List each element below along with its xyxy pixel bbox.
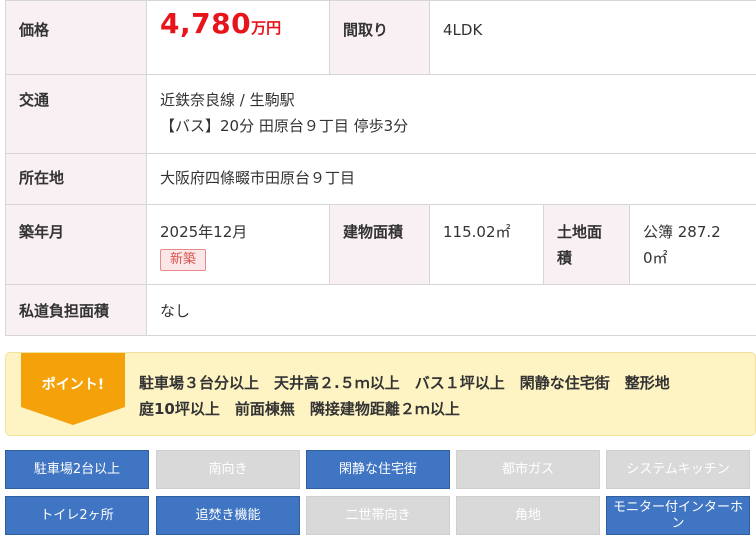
private-road-value: なし <box>145 284 756 336</box>
feature-tag-city-gas: 都市ガス <box>456 450 600 489</box>
layout-label: 間取り <box>329 0 430 75</box>
access-line-bus: 【バス】20分 田原台９丁目 停歩3分 <box>160 117 409 135</box>
private-road-label: 私道負担面積 <box>5 284 147 336</box>
address-value: 大阪府四條畷市田原台９丁目 <box>145 153 756 205</box>
spec-row-private-road: 私道負担面積 なし <box>5 284 756 336</box>
address-label: 所在地 <box>5 153 147 205</box>
point-text: 駐車場３台分以上 天井高２.５ｍ以上 バス１坪以上 閑静な住宅街 整形地 庭10… <box>139 374 670 418</box>
feature-tag-quiet-residential: 閑静な住宅街 <box>306 450 450 489</box>
feature-tag-monitor-intercom: モニター付インターホン <box>606 496 750 535</box>
spec-row-access: 交通 近鉄奈良線 / 生駒駅 【バス】20分 田原台９丁目 停歩3分 <box>5 74 756 154</box>
feature-tag-two-generation: 二世帯向き <box>306 496 450 535</box>
feature-tag-corner-lot: 角地 <box>456 496 600 535</box>
layout-value: 4LDK <box>428 0 756 75</box>
point-tag: ポイント! <box>21 353 125 425</box>
building-area-value: 115.02㎡ <box>429 204 544 285</box>
built-label: 築年月 <box>5 204 147 285</box>
land-area-label: 土地面 積 <box>543 204 630 285</box>
spec-row-price: 価格 4,780万円 間取り 4LDK <box>5 0 756 75</box>
feature-tag-system-kitchen: システムキッチン <box>606 450 750 489</box>
point-tag-label: ポイント! <box>41 377 105 393</box>
property-spec-table: 価格 4,780万円 間取り 4LDK 交通 近鉄奈良線 / 生駒駅 【バス】2… <box>5 0 756 336</box>
building-area-label: 建物面積 <box>329 204 430 285</box>
feature-tag-reheat-bath: 追焚き機能 <box>156 496 300 535</box>
price-value-cell: 4,780万円 <box>146 0 330 75</box>
point-box: ポイント! 駐車場３台分以上 天井高２.５ｍ以上 バス１坪以上 閑静な住宅街 整… <box>5 352 756 436</box>
price-value: 4,780万円 <box>160 7 282 40</box>
feature-tag-parking: 駐車場2台以上 <box>5 450 149 489</box>
land-area-value: 公簿 287.2 0㎡ <box>628 204 756 285</box>
built-value-cell: 2025年12月 新築 <box>146 204 330 285</box>
spec-row-built: 築年月 2025年12月 新築 建物面積 115.02㎡ 土地面 積 公簿 28… <box>5 204 756 285</box>
new-construction-badge: 新築 <box>160 249 207 271</box>
access-label: 交通 <box>5 74 147 154</box>
price-label: 価格 <box>5 0 147 75</box>
feature-tag-two-toilets: トイレ2ヶ所 <box>5 496 149 535</box>
access-value: 近鉄奈良線 / 生駒駅 【バス】20分 田原台９丁目 停歩3分 <box>145 74 756 154</box>
spec-row-address: 所在地 大阪府四條畷市田原台９丁目 <box>5 153 756 205</box>
feature-tag-south-facing: 南向き <box>156 450 300 489</box>
built-value: 2025年12月 <box>160 223 248 241</box>
access-line-station: 近鉄奈良線 / 生駒駅 <box>160 91 295 109</box>
